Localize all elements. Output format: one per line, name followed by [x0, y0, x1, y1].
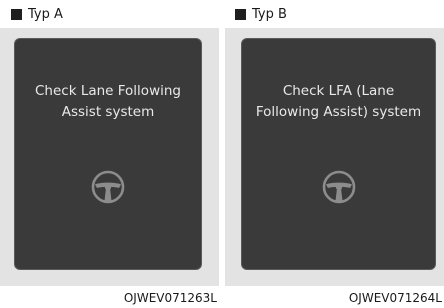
cluster-display: Check Lane Following Assist system	[14, 38, 202, 270]
warning-message: Check LFA (Lane Following Assist) system	[242, 81, 435, 123]
steering-wheel-icon	[322, 170, 355, 204]
panel-background: Check LFA (Lane Following Assist) system	[225, 28, 444, 286]
warning-message-line: Check Lane Following	[35, 83, 181, 99]
panel-label: Typ A	[28, 6, 63, 22]
image-code: OJWEV071264L	[348, 291, 442, 305]
panel-background: Check Lane Following Assist system	[0, 28, 219, 286]
panel-header: Typ A	[0, 0, 219, 28]
cluster-display: Check LFA (Lane Following Assist) system	[241, 38, 436, 270]
square-bullet-icon	[11, 8, 22, 20]
warning-message-line: Check LFA (Lane	[282, 83, 395, 99]
square-bullet-icon	[235, 8, 246, 20]
steering-wheel-icon	[91, 170, 125, 204]
panel-typ-a: Typ A Check Lane Following Assist system…	[0, 0, 219, 308]
warning-message-line: Assist system	[61, 104, 155, 120]
warning-message: Check Lane Following Assist system	[15, 81, 201, 123]
panel-label: Typ B	[252, 6, 287, 22]
panel-typ-b: Typ B Check LFA (Lane Following Assist) …	[225, 0, 444, 308]
panel-header: Typ B	[225, 0, 444, 28]
image-code: OJWEV071263L	[123, 291, 217, 305]
warning-message-line: Following Assist) system	[255, 104, 422, 120]
